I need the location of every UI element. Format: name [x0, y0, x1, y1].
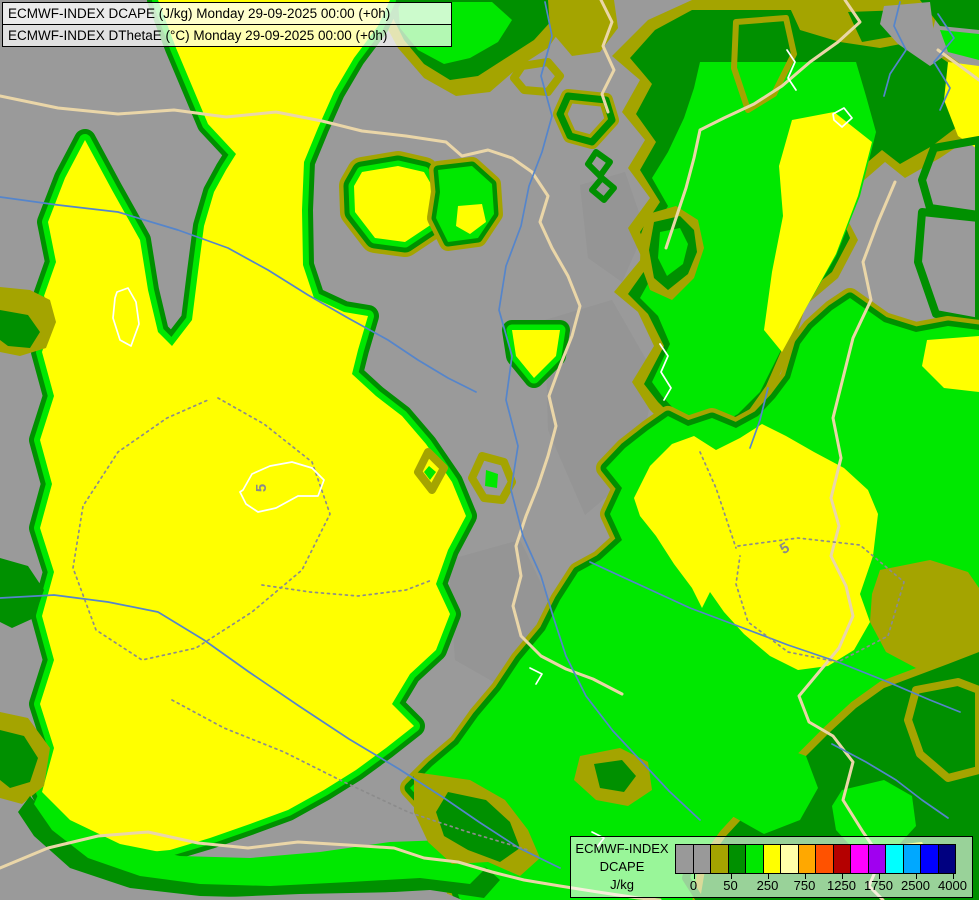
legend-unit-label: J/kg	[571, 876, 673, 894]
legend-swatch	[920, 844, 939, 874]
legend-swatch	[710, 844, 729, 874]
legend-swatch	[675, 844, 694, 874]
map-title-dthetae: ECMWF-INDEX DThetaE (°C) Monday 29-09-20…	[2, 24, 452, 47]
legend-tick-label: 250	[757, 878, 779, 893]
legend-tick-label: 1750	[864, 878, 893, 893]
legend-swatch	[693, 844, 712, 874]
legend-tick-label: 750	[794, 878, 816, 893]
legend-swatch	[885, 844, 904, 874]
legend-parameter-label: DCAPE	[571, 858, 673, 876]
legend-panel: ECMWF-INDEX DCAPE J/kg 0 50 250 750 1250 1750…	[570, 836, 973, 898]
legend-tick-label: 2500	[901, 878, 930, 893]
map-viewport: 5 5 ECMWF-INDEX DCAPE (J/kg) Monday 29-0…	[0, 0, 979, 900]
legend-swatch	[868, 844, 887, 874]
legend-swatch	[850, 844, 869, 874]
legend-tick-label: 4000	[938, 878, 967, 893]
legend-swatch	[780, 844, 799, 874]
legend-swatch	[833, 844, 852, 874]
legend-tick-scale: 0 50 250 750 1250 1750 2500 4000	[675, 874, 972, 896]
map-title-dcape: ECMWF-INDEX DCAPE (J/kg) Monday 29-09-20…	[2, 2, 452, 25]
legend-product-label: ECMWF-INDEX	[571, 840, 673, 858]
legend-swatch	[798, 844, 817, 874]
weather-map-image: 5 5	[0, 0, 979, 900]
legend-tick-label: 50	[723, 878, 737, 893]
legend-swatch	[903, 844, 922, 874]
legend-swatch	[763, 844, 782, 874]
legend-swatch	[745, 844, 764, 874]
legend-swatch	[728, 844, 747, 874]
legend-swatch	[815, 844, 834, 874]
legend-tick-label: 1250	[827, 878, 856, 893]
legend-swatch	[938, 844, 957, 874]
legend-color-bar	[675, 844, 956, 874]
legend-tick-label: 0	[690, 878, 697, 893]
legend-caption: ECMWF-INDEX DCAPE J/kg	[571, 840, 673, 894]
dthetae-contour-label: 5	[253, 484, 270, 492]
